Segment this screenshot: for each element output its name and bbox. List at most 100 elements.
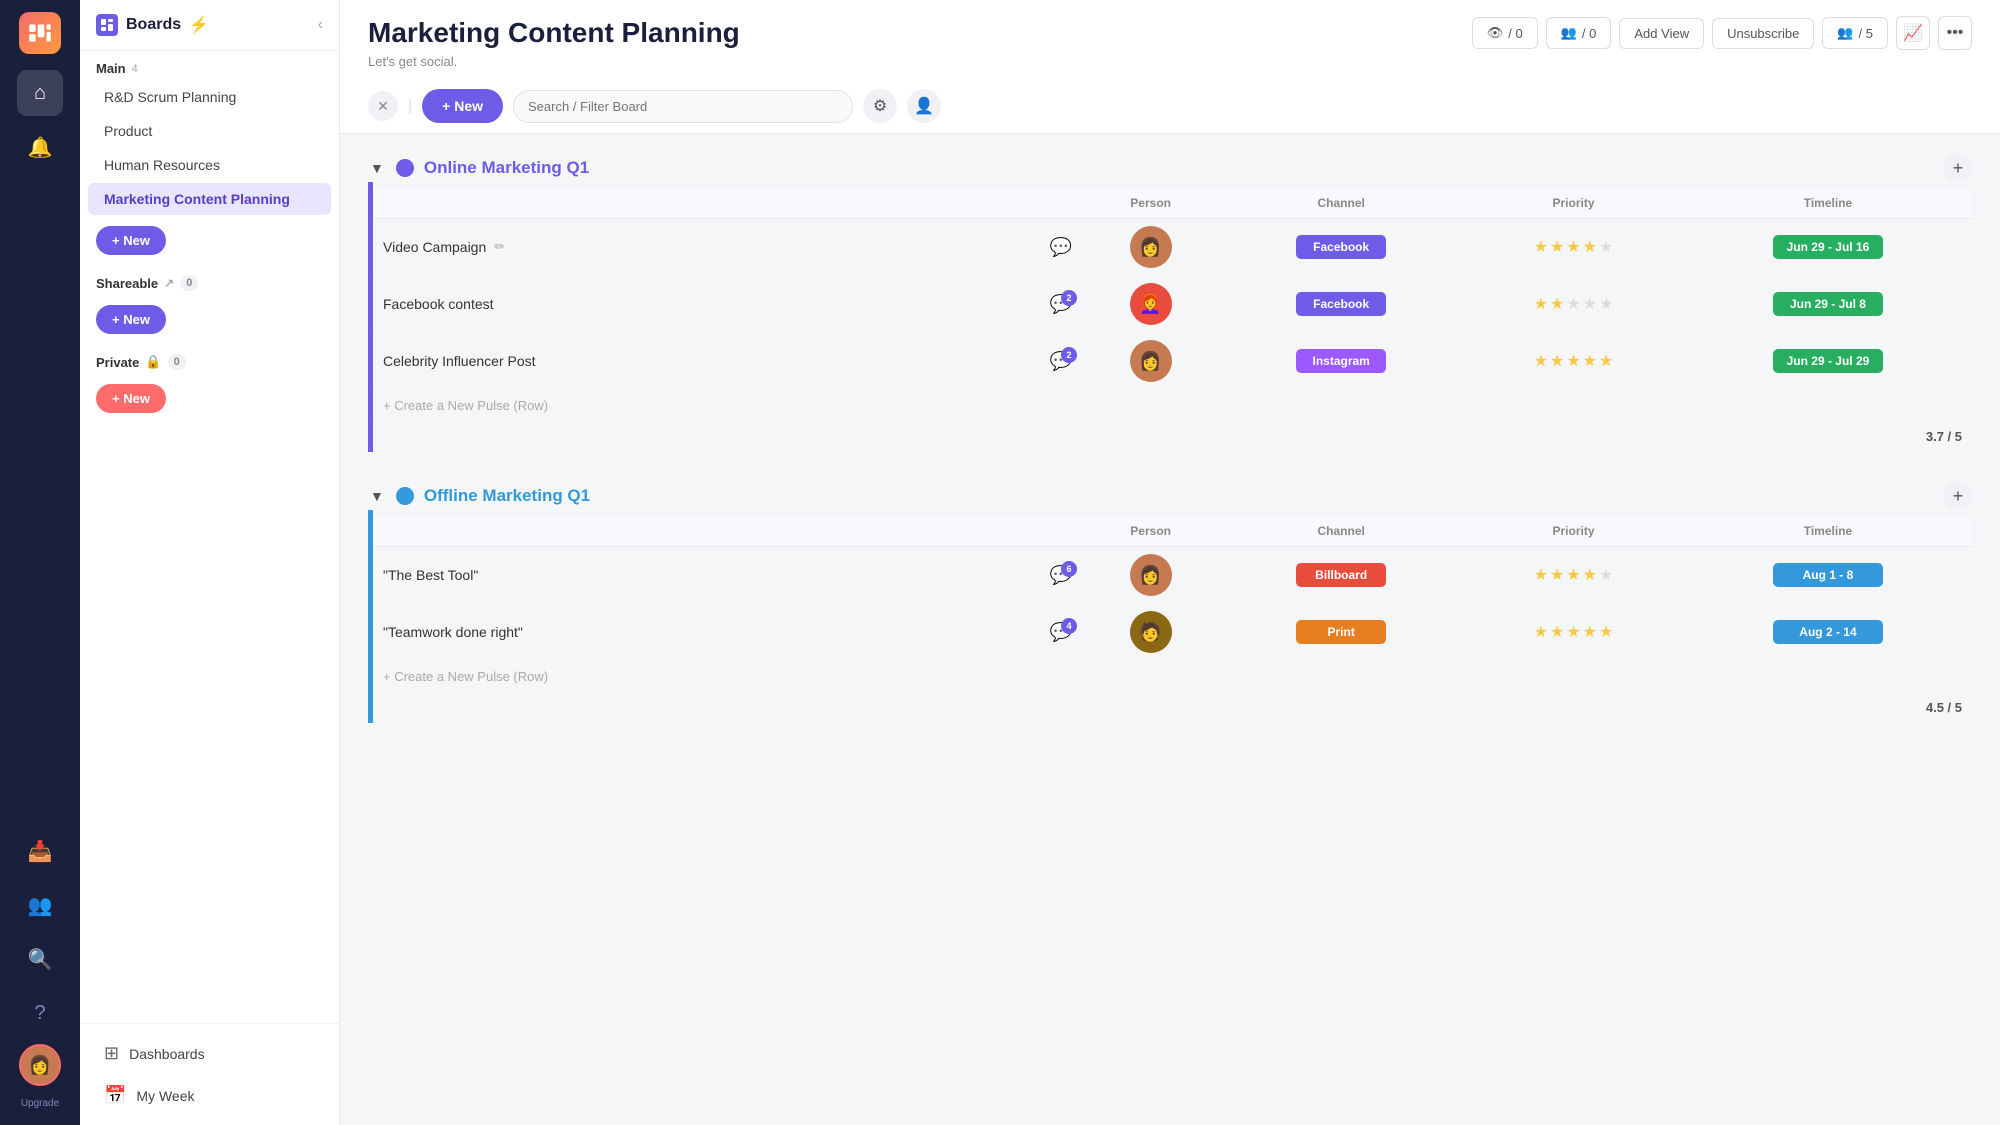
chat-bubble-2[interactable]: 💬 2: [1050, 351, 1072, 372]
star-5: ★: [1599, 351, 1613, 371]
avatar-cell-0: 👩: [1082, 547, 1219, 604]
sidebar-my-week[interactable]: 📅 My Week: [88, 1075, 331, 1116]
people-icon: 👥: [1561, 25, 1577, 41]
people-count-btn[interactable]: 👥 / 0: [1546, 17, 1612, 49]
app-logo[interactable]: [19, 12, 61, 54]
nav-help[interactable]: ?: [17, 990, 63, 1036]
private-new-button[interactable]: + New: [96, 384, 166, 413]
timeline-cell-1[interactable]: Aug 2 - 14: [1684, 604, 1972, 661]
stars-cell-0[interactable]: ★★★★★: [1463, 219, 1684, 276]
filter-icon[interactable]: ⚙: [863, 89, 897, 123]
group-add-btn-offline[interactable]: +: [1944, 482, 1972, 510]
group-header-offline: ▼ Offline Marketing Q1 +: [368, 482, 1972, 510]
star-4: ★: [1583, 351, 1597, 371]
add-view-button[interactable]: Add View: [1619, 18, 1704, 49]
stars-cell-2[interactable]: ★★★★★: [1463, 333, 1684, 390]
timeline-badge-2: Jun 29 - Jul 29: [1773, 349, 1883, 373]
star-5: ★: [1599, 622, 1613, 642]
star-1: ★: [1534, 351, 1548, 371]
create-row[interactable]: + Create a New Pulse (Row): [373, 661, 1972, 693]
rating-summary: 3.7 / 5: [1463, 422, 1972, 452]
channel-cell-1[interactable]: Facebook: [1219, 276, 1463, 333]
timeline-cell-1[interactable]: Jun 29 - Jul 8: [1684, 276, 1972, 333]
new-item-button[interactable]: + New: [422, 89, 503, 123]
nav-bar: ⌂ 🔔 📥 👥 🔍 ? 👩 Upgrade: [0, 0, 80, 1125]
nav-bell[interactable]: 🔔: [17, 124, 63, 170]
channel-badge-0: Facebook: [1296, 235, 1386, 259]
stars-cell-1[interactable]: ★★★★★: [1463, 276, 1684, 333]
chat-bubble-0[interactable]: 💬 6: [1050, 565, 1072, 586]
sidebar-dashboards[interactable]: ⊞ Dashboards: [88, 1033, 331, 1074]
chat-bubble-0[interactable]: 💬: [1050, 237, 1072, 258]
timeline-cell-0[interactable]: Jun 29 - Jul 16: [1684, 219, 1972, 276]
close-filter-btn[interactable]: ✕: [368, 91, 398, 121]
title-row: Marketing Content Planning 👁 / 0 👥 / 0 A…: [368, 16, 1972, 50]
timeline-cell-2[interactable]: Jun 29 - Jul 29: [1684, 333, 1972, 390]
activity-button[interactable]: 📈: [1896, 16, 1930, 50]
shareable-new-button[interactable]: + New: [96, 305, 166, 334]
timeline-cell-0[interactable]: Aug 1 - 8: [1684, 547, 1972, 604]
nav-avatar[interactable]: 👩: [19, 1044, 61, 1086]
sidebar-item-product[interactable]: Product: [88, 115, 331, 147]
group-dot-online: [396, 159, 414, 177]
nav-search[interactable]: 🔍: [17, 936, 63, 982]
sidebar-item-mcp[interactable]: Marketing Content Planning: [88, 183, 331, 215]
sidebar-title: Boards: [126, 16, 181, 34]
avatar-cell-0: 👩: [1082, 219, 1219, 276]
group-table-wrap-offline: Person Channel Priority Timeline "The Be…: [368, 510, 1972, 723]
person-filter-icon[interactable]: 👤: [907, 89, 941, 123]
create-row[interactable]: + Create a New Pulse (Row): [373, 390, 1972, 422]
sidebar-item-rnd[interactable]: R&D Scrum Planning: [88, 81, 331, 113]
more-options-button[interactable]: •••: [1938, 16, 1972, 50]
group-collapse-btn-online[interactable]: ▼: [368, 158, 386, 178]
members-button[interactable]: 👥 / 5: [1822, 17, 1888, 49]
avatar-cell-2: 👩: [1082, 333, 1219, 390]
members-icon: 👥: [1837, 25, 1853, 41]
chat-bubble-1[interactable]: 💬 2: [1050, 294, 1072, 315]
stars-cell-0[interactable]: ★★★★★: [1463, 547, 1684, 604]
group-title-online: Online Marketing Q1: [424, 158, 589, 178]
star-5: ★: [1599, 294, 1613, 314]
boards-icon: [96, 14, 118, 36]
chat-bubble-1[interactable]: 💬 4: [1050, 622, 1072, 643]
eyes-count-btn[interactable]: 👁 / 0: [1472, 17, 1538, 49]
nav-inbox[interactable]: 📥: [17, 828, 63, 874]
board-subtitle: Let's get social.: [368, 54, 1972, 69]
group-header-online: ▼ Online Marketing Q1 +: [368, 154, 1972, 182]
star-2: ★: [1550, 622, 1564, 642]
board-content: ▼ Online Marketing Q1 + Person Channel P…: [340, 134, 2000, 1125]
nav-home[interactable]: ⌂: [17, 70, 63, 116]
shareable-section: Shareable ↗ 0: [80, 265, 339, 295]
col-priority-online: Priority: [1463, 188, 1684, 219]
my-week-icon: 📅: [104, 1085, 126, 1106]
search-input[interactable]: [513, 90, 853, 123]
star-5: ★: [1599, 565, 1613, 585]
star-1: ★: [1534, 237, 1548, 257]
create-row-cell[interactable]: + Create a New Pulse (Row): [373, 390, 1972, 422]
edit-icon[interactable]: ✏: [494, 239, 505, 255]
main-new-button[interactable]: + New: [96, 226, 166, 255]
channel-badge-1: Facebook: [1296, 292, 1386, 316]
group-collapse-btn-offline[interactable]: ▼: [368, 486, 386, 506]
channel-cell-0[interactable]: Facebook: [1219, 219, 1463, 276]
rating-summary: 4.5 / 5: [1463, 693, 1972, 723]
stars-cell-1[interactable]: ★★★★★: [1463, 604, 1684, 661]
nav-people[interactable]: 👥: [17, 882, 63, 928]
star-2: ★: [1550, 351, 1564, 371]
nav-upgrade[interactable]: Upgrade: [21, 1094, 59, 1113]
sidebar-item-hr[interactable]: Human Resources: [88, 149, 331, 181]
create-row-cell[interactable]: + Create a New Pulse (Row): [373, 661, 1972, 693]
row-name-cell-2: Celebrity Influencer Post 💬 2: [373, 333, 1082, 390]
channel-cell-1[interactable]: Print: [1219, 604, 1463, 661]
unsubscribe-button[interactable]: Unsubscribe: [1712, 18, 1814, 49]
timeline-badge-1: Jun 29 - Jul 8: [1773, 292, 1883, 316]
group-table-wrap-online: Person Channel Priority Timeline Video C…: [368, 182, 1972, 452]
sidebar-collapse-btn[interactable]: ‹: [318, 16, 323, 34]
group-add-btn-online[interactable]: +: [1944, 154, 1972, 182]
avatar-1: 🧑: [1130, 611, 1172, 653]
channel-cell-0[interactable]: Billboard: [1219, 547, 1463, 604]
channel-cell-2[interactable]: Instagram: [1219, 333, 1463, 390]
star-4: ★: [1583, 565, 1597, 585]
avatar-cell-1: 👩‍🦰: [1082, 276, 1219, 333]
group-offline-q1: ▼ Offline Marketing Q1 + Person Channel …: [368, 482, 1972, 723]
